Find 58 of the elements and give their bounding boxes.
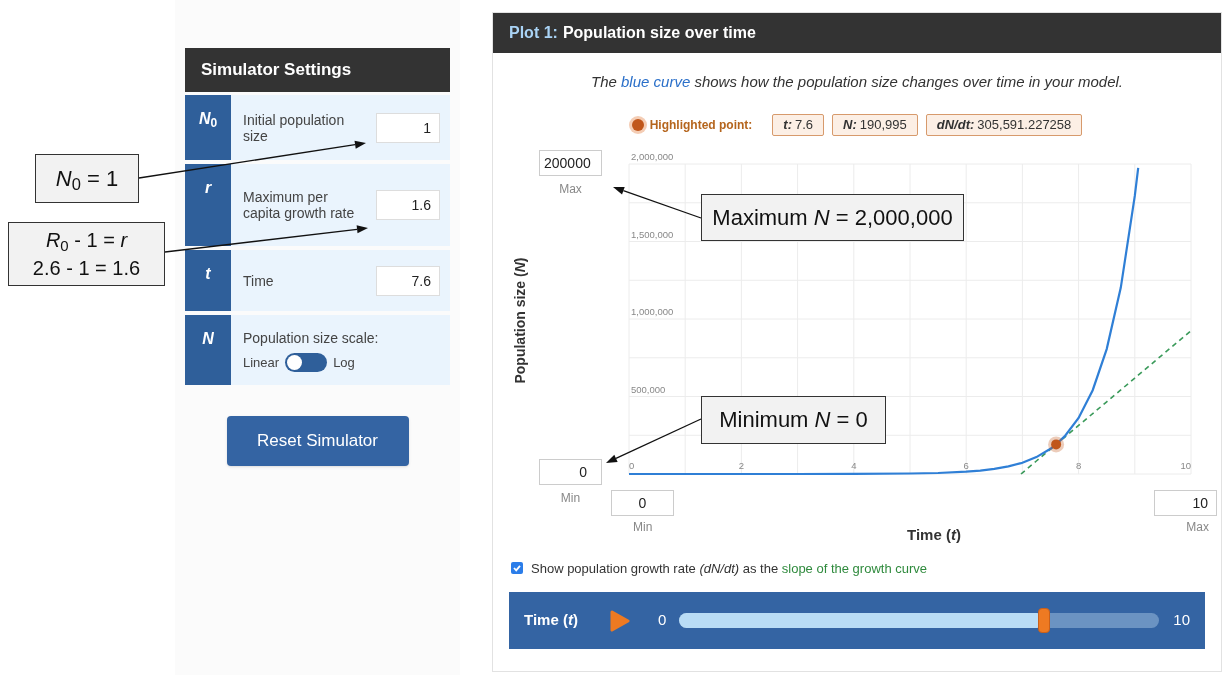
reset-button[interactable]: Reset Simulator xyxy=(226,416,409,466)
axis-tick-label: 500,000 xyxy=(631,383,666,394)
slider-min: 0 xyxy=(658,610,667,631)
toggle-switch[interactable] xyxy=(285,353,328,372)
number-field[interactable]: 200000 xyxy=(539,149,602,176)
axis-tick-label: 10 xyxy=(1180,459,1191,471)
parameter-label: Population size scale: xyxy=(243,328,379,348)
panel-header: Simulator Settings xyxy=(185,48,450,92)
callout-text: Minimum N = 0 xyxy=(719,406,868,434)
checkbox-label: Show population growth rate (dN/dt) as the slope of the growth curve xyxy=(531,559,927,578)
slider-max: 10 xyxy=(1173,610,1190,631)
value-badge: t: 7.6 xyxy=(772,113,825,136)
parameter-label: Maximum per capita growth rate xyxy=(243,189,355,221)
axis-tick-label: 8 xyxy=(1075,459,1082,471)
number-field[interactable]: 0 xyxy=(539,458,602,485)
checkbox[interactable] xyxy=(511,562,523,575)
parameter-symbol: t xyxy=(205,264,211,284)
legend-label: Highlighted point: xyxy=(649,116,753,134)
axis-bound-label: Max xyxy=(558,180,583,198)
y-axis-label: Population size (N) xyxy=(510,257,529,383)
axis-tick-label: 1,000,000 xyxy=(631,305,674,317)
point-marker-icon xyxy=(631,118,644,131)
axis-bound-label: Max xyxy=(1186,518,1210,536)
axis-tick-label: 2,000,000 xyxy=(631,150,674,162)
callout-text: N$_{0}$ = 1 xyxy=(55,164,119,193)
axis-tick-label: 0 xyxy=(629,459,635,471)
number-field[interactable]: 10 xyxy=(1154,489,1217,516)
axis-tick-label: 2 xyxy=(738,459,745,471)
parameter-symbol: N$_{0}$ xyxy=(198,109,218,131)
axis-tick-label: 6 xyxy=(963,459,969,471)
parameter-symbol: N xyxy=(202,329,214,349)
axis-tick-label: 1,500,000 xyxy=(631,228,674,239)
parameter-label: Time xyxy=(243,272,275,289)
callout-text: 2.6 - 1 = 1.6 xyxy=(32,256,141,281)
plot-number: Plot 1: xyxy=(509,23,558,43)
axis-tick-label: 4 xyxy=(851,459,857,471)
axis-bound-label: Min xyxy=(632,518,653,536)
time-slider[interactable] xyxy=(679,608,1160,633)
value-badge: N: 190,995 xyxy=(832,113,918,136)
plot-description: The blue curve shows how the population size changes over time in your model. xyxy=(591,72,1123,92)
play-icon[interactable] xyxy=(610,609,630,632)
parameter-symbol: r xyxy=(204,178,212,198)
number-field[interactable]: 0 xyxy=(611,489,674,516)
number-field[interactable]: 1.6 xyxy=(376,190,440,220)
value-badge: dN/dt: 305,591.227258 xyxy=(925,113,1083,136)
callout-text: R$_{0}$ - 1 = r xyxy=(45,228,128,254)
slider-label: Time (t) xyxy=(524,610,579,631)
highlight-point xyxy=(1048,435,1065,452)
number-field[interactable]: 1 xyxy=(376,112,440,143)
x-axis-label: Time (t) xyxy=(907,524,961,545)
toggle-label: Linear xyxy=(243,353,280,372)
number-field[interactable]: 7.6 xyxy=(376,265,440,296)
parameter-label: Initial population size xyxy=(243,111,346,144)
plot-title: Population size over time xyxy=(562,23,756,43)
callout-text: Maximum N = 2,000,000 xyxy=(712,203,953,232)
axis-bound-label: Min xyxy=(559,489,582,507)
slider-thumb[interactable] xyxy=(1038,608,1051,633)
toggle-label: Log xyxy=(333,353,355,372)
